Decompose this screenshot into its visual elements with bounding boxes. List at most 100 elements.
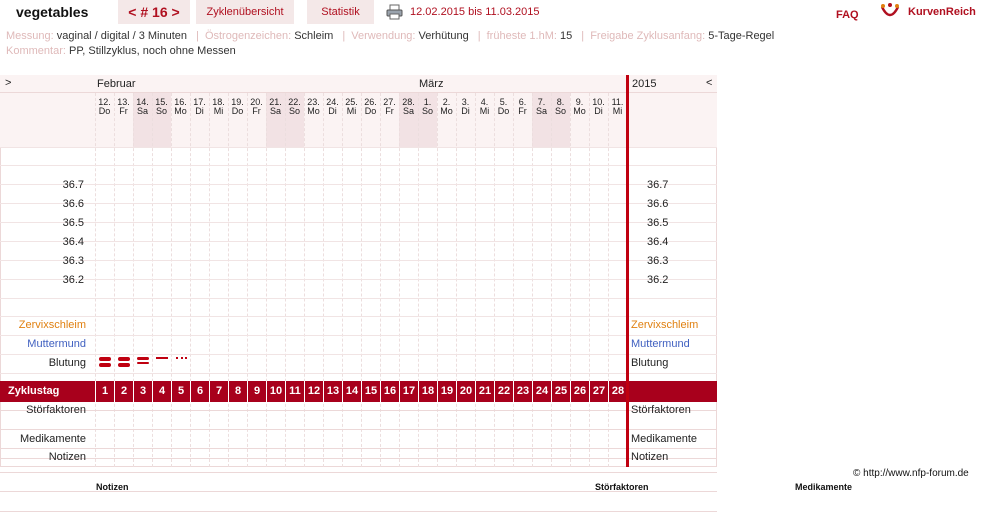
day-weekday: So <box>554 106 566 116</box>
grid-line-h <box>0 203 717 204</box>
temp-label-left: 36.7 <box>62 179 84 191</box>
day-weekday: Mo <box>440 106 453 116</box>
grid-line-h <box>0 410 717 411</box>
day-weekday: So <box>288 106 300 116</box>
kurvenreich-logo-text[interactable]: KurvenReich <box>908 0 976 24</box>
chart-nav-prev-button[interactable]: > <box>5 77 11 89</box>
meta-line-1: Messung: vaginal / digital / 3 Minuten | … <box>6 30 775 42</box>
grid-line-h <box>0 184 717 185</box>
comment-value: PP, Stillzyklus, noch ohne Messen <box>68 45 236 57</box>
grid-line-h <box>0 241 717 242</box>
cycle-day-number: 20 <box>456 381 475 402</box>
meta-line-2: Kommentar: PP, Stillzyklus, noch ohne Me… <box>6 44 242 58</box>
day-weekday: So <box>155 106 167 116</box>
cycle-day-number: 15 <box>361 381 380 402</box>
tab-statistik[interactable]: Statistik <box>307 0 374 24</box>
day-weekday: Sa <box>136 106 148 116</box>
cycle-day-number: 21 <box>475 381 494 402</box>
meta-label: Messung: <box>6 30 54 42</box>
row-label-notizen: Notizen <box>48 451 86 463</box>
cycle-day-label: Zyklustag <box>8 385 60 397</box>
cycle-day-number: 3 <box>133 381 152 402</box>
cycle-day-number: 17 <box>399 381 418 402</box>
row-label-blutung: Blutung <box>48 357 86 369</box>
printer-icon[interactable] <box>386 4 403 20</box>
day-weekday: Sa <box>402 106 414 116</box>
temp-label-left: 36.4 <box>62 236 84 248</box>
bleeding-mark-spotting <box>175 357 187 359</box>
grid-line-h <box>0 472 717 473</box>
row-label-muttermund: Muttermund <box>631 338 690 350</box>
cycle-day-number: 23 <box>513 381 532 402</box>
cycle-day-number: 7 <box>209 381 228 402</box>
day-weekday: Di <box>594 106 603 116</box>
username: vegetables <box>0 0 110 24</box>
meta-value: Schleim <box>294 30 334 42</box>
grid-line-h <box>0 147 717 148</box>
month-label-februar: Februar <box>97 78 136 90</box>
row-label-stoerfaktoren: Störfaktoren <box>26 404 86 416</box>
day-weekday: Do <box>497 106 510 116</box>
kurvenreich-logo-icon[interactable] <box>880 3 900 21</box>
day-weekday: So <box>421 106 433 116</box>
day-weekday: Fr <box>518 106 527 116</box>
day-weekday: Do <box>98 106 111 116</box>
temp-label-right: 36.4 <box>647 236 669 248</box>
bleeding-mark-heavy <box>98 357 111 361</box>
row-label-notizen: Notizen <box>631 451 669 463</box>
meta-label: Verwendung: <box>351 30 416 42</box>
day-weekday: Mi <box>213 106 224 116</box>
cycle-day-number: 24 <box>532 381 551 402</box>
day-weekday: Mo <box>573 106 586 116</box>
grid-line-h <box>0 373 717 374</box>
section-title-medikamente: Medikamente <box>795 482 853 492</box>
cycle-nav[interactable]: < # 16 > <box>118 0 190 24</box>
grid-line-h <box>0 316 717 317</box>
date-range: 12.02.2015 bis 11.03.2015 <box>410 6 540 18</box>
day-weekday: Fr <box>119 106 128 116</box>
tab-zyklenuebersicht[interactable]: Zyklenübersicht <box>196 0 294 24</box>
day-weekday: Mi <box>479 106 490 116</box>
cycle-day-number: 16 <box>380 381 399 402</box>
divider <box>190 0 196 24</box>
faq-link[interactable]: FAQ <box>836 3 859 27</box>
day-weekday: Mi <box>346 106 357 116</box>
row-label-medikamente: Medikamente <box>19 433 86 445</box>
day-weekday: Di <box>195 106 204 116</box>
row-label-muttermund: Muttermund <box>27 338 86 350</box>
cycle-day-number: 26 <box>570 381 589 402</box>
day-weekday: Mi <box>612 106 623 116</box>
grid-line-h <box>0 165 717 166</box>
day-weekday: Mo <box>174 106 187 116</box>
meta-label: Östrogenzeichen: <box>204 30 292 42</box>
temp-label-right: 36.2 <box>647 274 669 286</box>
temp-label-left: 36.3 <box>62 255 84 267</box>
meta-label: Freigabe Zyklusanfang: <box>590 30 706 42</box>
temp-label-right: 36.5 <box>647 217 669 229</box>
cycle-day-number: 22 <box>494 381 513 402</box>
bleeding-mark-heavy <box>117 357 130 361</box>
meta-label: früheste 1.hM: <box>486 30 557 42</box>
cycle-day-number: 8 <box>228 381 247 402</box>
today-marker-line <box>626 75 629 467</box>
month-label-maerz: März <box>419 78 444 90</box>
row-label-blutung: Blutung <box>631 357 669 369</box>
meta-value: 15 <box>560 30 573 42</box>
cycle-day-number: 1 <box>95 381 114 402</box>
row-label-zervixschleim: Zervixschleim <box>18 319 86 331</box>
chart-nav-next-button[interactable]: < <box>706 77 712 89</box>
bleeding-mark-heavy <box>98 363 111 367</box>
cycle-day-number: 11 <box>285 381 304 402</box>
meta-value: 5-Tage-Regel <box>708 30 775 42</box>
temp-label-right: 36.3 <box>647 255 669 267</box>
day-weekday: Fr <box>385 106 394 116</box>
bleeding-mark-light <box>155 357 168 359</box>
day-weekday: Fr <box>252 106 261 116</box>
cycle-day-number: 13 <box>323 381 342 402</box>
grid-line-h <box>0 260 717 261</box>
bleeding-mark-medium <box>136 357 149 360</box>
row-label-zervixschleim: Zervixschleim <box>631 319 699 331</box>
day-weekday: Di <box>461 106 470 116</box>
row-label-medikamente: Medikamente <box>631 433 698 445</box>
meta-value: Verhütung <box>418 30 469 42</box>
